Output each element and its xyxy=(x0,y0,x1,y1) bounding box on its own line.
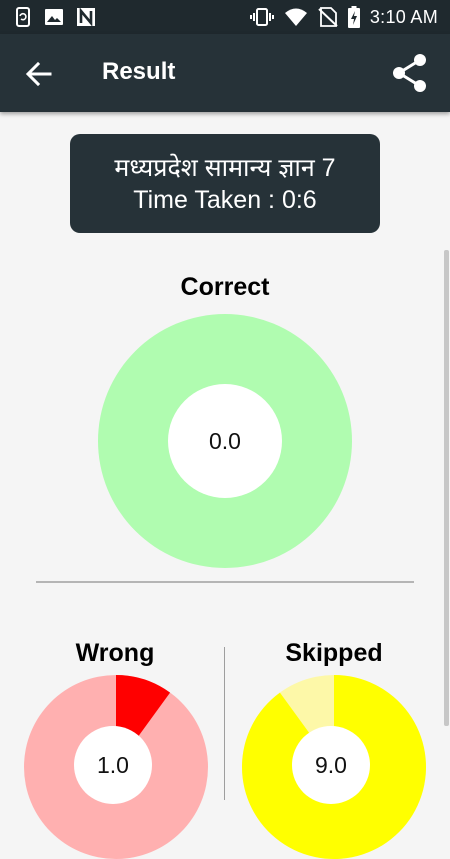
n-icon xyxy=(77,7,95,27)
wrong-label: Wrong xyxy=(75,639,155,667)
image-icon xyxy=(45,9,63,25)
skipped-label: Skipped xyxy=(285,639,383,667)
phone-sync-icon xyxy=(16,7,30,27)
wifi-icon xyxy=(284,8,307,26)
vibrate-icon xyxy=(249,8,274,26)
arrow-back-icon xyxy=(25,61,52,87)
share-button[interactable] xyxy=(388,50,434,96)
battery-charging-icon xyxy=(347,6,360,28)
wrong-value: 1.0 xyxy=(74,726,152,804)
no-sim-icon xyxy=(318,7,338,27)
scrollbar[interactable] xyxy=(444,250,449,726)
status-bar: 3:10 AM xyxy=(0,0,450,34)
column-divider xyxy=(224,647,225,800)
page-title: Result xyxy=(102,58,176,85)
app-bar: Result xyxy=(0,34,450,112)
back-button[interactable] xyxy=(20,55,58,93)
time-taken: Time Taken : 0:6 xyxy=(133,186,317,214)
status-time: 3:10 AM xyxy=(369,6,438,27)
quiz-info-card: मध्यप्रदेश सामान्य ज्ञान 7 Time Taken : … xyxy=(70,134,380,233)
skipped-value: 9.0 xyxy=(292,726,370,804)
section-divider xyxy=(36,581,414,583)
quiz-title: मध्यप्रदेश सामान्य ज्ञान 7 xyxy=(114,154,336,182)
correct-value: 0.0 xyxy=(168,384,282,498)
correct-label: Correct xyxy=(180,273,270,301)
share-icon xyxy=(393,54,426,92)
